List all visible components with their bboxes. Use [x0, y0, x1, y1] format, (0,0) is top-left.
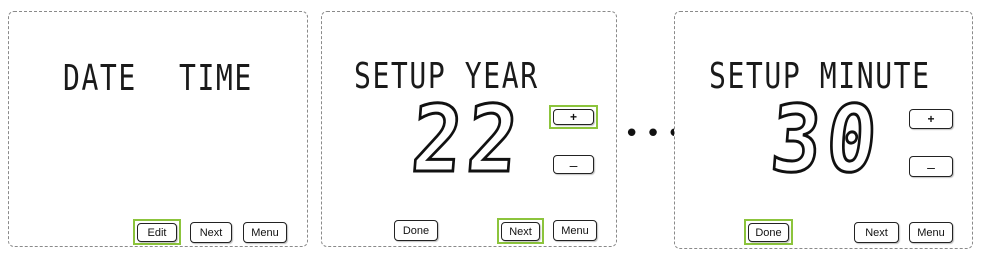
- screen-date-time: DATE TIME Edit Next Menu: [8, 11, 308, 247]
- next-button[interactable]: Next: [854, 222, 899, 243]
- plus-button[interactable]: +: [909, 109, 953, 129]
- screen-setup-year: SETUP YEAR 22 + – Done Next Menu: [321, 11, 617, 247]
- menu-button[interactable]: Menu: [553, 220, 597, 241]
- done-button[interactable]: Done: [394, 220, 438, 241]
- edit-button[interactable]: Edit: [137, 223, 177, 242]
- menu-title-time: TIME: [179, 58, 253, 99]
- menu-title-date: DATE: [63, 58, 137, 99]
- screen-setup-minute: SETUP MINUTE 30 + – Done Next Menu: [674, 11, 973, 249]
- minus-button[interactable]: –: [553, 155, 594, 174]
- next-button[interactable]: Next: [190, 222, 232, 243]
- minus-button[interactable]: –: [909, 156, 953, 177]
- next-button[interactable]: Next: [501, 222, 540, 241]
- menu-button[interactable]: Menu: [909, 222, 953, 243]
- menu-button[interactable]: Menu: [243, 222, 287, 243]
- minute-value-display: 30: [766, 85, 888, 195]
- year-value-display: 22: [407, 85, 529, 195]
- done-button[interactable]: Done: [748, 223, 789, 242]
- plus-button[interactable]: +: [553, 109, 594, 125]
